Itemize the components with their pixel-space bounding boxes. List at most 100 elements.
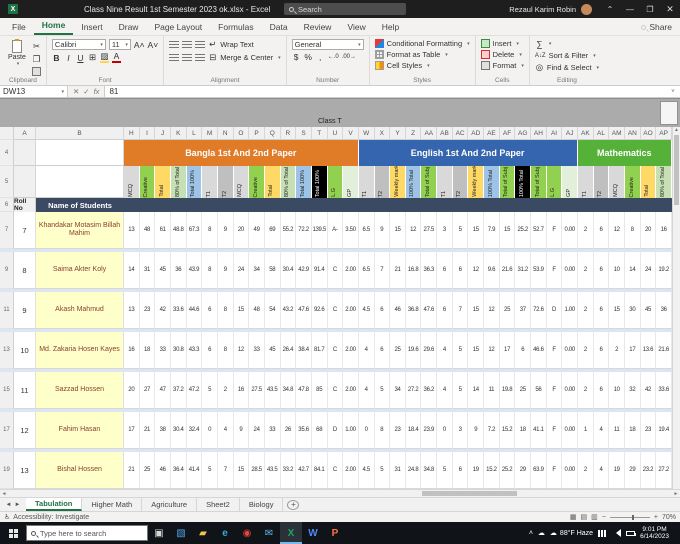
cell[interactable]: 16 bbox=[656, 212, 672, 249]
sub-header-gp[interactable]: GP bbox=[343, 166, 359, 198]
cell[interactable]: 19 bbox=[609, 452, 625, 489]
cell[interactable]: 28.5 bbox=[249, 452, 265, 489]
cell[interactable]: 92.6 bbox=[311, 292, 328, 329]
cell[interactable]: 9 bbox=[374, 212, 391, 249]
cell[interactable]: 47.6 bbox=[296, 292, 312, 329]
grow-font-icon[interactable]: A˄ bbox=[134, 40, 145, 50]
column-header-aj[interactable]: AJ bbox=[562, 127, 579, 140]
cell[interactable]: 16 bbox=[124, 332, 140, 369]
cell[interactable]: 21.6 bbox=[499, 252, 516, 289]
column-header-s[interactable]: S bbox=[296, 127, 312, 140]
column-header-n[interactable]: N bbox=[217, 127, 234, 140]
ribbon-tab-draw[interactable]: Draw bbox=[111, 19, 147, 35]
cell[interactable]: 29 bbox=[515, 452, 532, 489]
sub-header-100-total[interactable]: 100% Total bbox=[405, 166, 422, 198]
row-number[interactable]: 6 bbox=[0, 198, 14, 212]
column-header-t[interactable]: T bbox=[311, 127, 328, 140]
cell[interactable]: 6 bbox=[515, 332, 532, 369]
cell[interactable]: 27 bbox=[139, 372, 156, 409]
cell[interactable]: 12 bbox=[484, 332, 500, 369]
font-name-select[interactable]: Calibri ▾ bbox=[51, 39, 106, 50]
cell[interactable]: 5 bbox=[437, 452, 453, 489]
confirm-entry-icon[interactable]: ✓ bbox=[83, 87, 89, 96]
copy-icon[interactable]: ❐ bbox=[32, 54, 41, 65]
cell[interactable]: 6 bbox=[437, 292, 453, 329]
row-number[interactable]: 17 bbox=[0, 412, 14, 449]
cell[interactable]: 33.2 bbox=[280, 452, 297, 489]
cell[interactable]: 16.8 bbox=[405, 252, 422, 289]
cell[interactable]: 49 bbox=[249, 212, 265, 249]
cell[interactable]: 7 bbox=[217, 452, 234, 489]
insert-cells-button[interactable]: Insert ▾ bbox=[480, 39, 524, 48]
user-name[interactable]: Rezaul Karim Robin bbox=[509, 5, 576, 14]
cell[interactable]: C bbox=[327, 292, 344, 329]
cell[interactable]: 19.6 bbox=[405, 332, 422, 369]
cell[interactable]: 43.2 bbox=[280, 292, 297, 329]
cell[interactable]: 34.8 bbox=[421, 452, 438, 489]
cell[interactable]: 72.6 bbox=[531, 292, 547, 329]
column-header-v[interactable]: V bbox=[343, 127, 359, 140]
sub-header-t1[interactable]: T1 bbox=[202, 166, 218, 198]
format-cells-button[interactable]: Format ▾ bbox=[480, 61, 524, 70]
column-header-ab[interactable]: AB bbox=[437, 127, 453, 140]
wrap-text-button[interactable]: ↵ Wrap Text bbox=[208, 39, 254, 50]
cell[interactable]: 2.00 bbox=[343, 372, 359, 409]
cell[interactable]: 6 bbox=[593, 372, 610, 409]
cell[interactable]: 12 bbox=[405, 212, 422, 249]
sheet-tab-higher-math[interactable]: Higher Math bbox=[82, 498, 143, 511]
cell[interactable]: 42 bbox=[155, 292, 171, 329]
cell[interactable]: 10 bbox=[609, 372, 625, 409]
cell[interactable]: 2 bbox=[578, 292, 594, 329]
onedrive-icon[interactable]: ☁ bbox=[538, 529, 545, 537]
cell[interactable]: 25 bbox=[515, 372, 532, 409]
ribbon-display-options-icon[interactable]: ⌃ bbox=[600, 0, 620, 18]
roll-cell[interactable]: 11 bbox=[14, 372, 36, 409]
cell[interactable]: 4 bbox=[358, 332, 375, 369]
cell[interactable]: 61 bbox=[155, 212, 171, 249]
share-button[interactable]: Share bbox=[641, 22, 672, 35]
roll-cell[interactable]: 9 bbox=[14, 292, 36, 329]
cell[interactable]: 8 bbox=[202, 252, 218, 289]
ribbon-tab-insert[interactable]: Insert bbox=[73, 19, 110, 35]
cell[interactable]: 4.5 bbox=[358, 292, 375, 329]
cell[interactable]: 15 bbox=[390, 212, 406, 249]
cell[interactable]: 91.4 bbox=[311, 252, 328, 289]
scroll-right-icon[interactable]: ► bbox=[672, 491, 680, 497]
title-search-box[interactable]: Search bbox=[284, 3, 406, 15]
cell[interactable]: 5 bbox=[202, 372, 218, 409]
cell[interactable]: 9 bbox=[217, 252, 234, 289]
cell[interactable]: C bbox=[327, 252, 344, 289]
cell[interactable]: 43.5 bbox=[264, 372, 281, 409]
font-color-icon[interactable]: A bbox=[111, 52, 121, 63]
column-header-ai[interactable]: AI bbox=[546, 127, 563, 140]
cell[interactable]: 30.8 bbox=[170, 332, 187, 369]
sub-header-t1[interactable]: T1 bbox=[358, 166, 375, 198]
cell[interactable]: 2.00 bbox=[343, 332, 359, 369]
cell[interactable]: 3 bbox=[437, 212, 453, 249]
cell[interactable]: 36.3 bbox=[421, 252, 438, 289]
row-number[interactable]: 13 bbox=[0, 332, 14, 369]
column-header-h[interactable]: H bbox=[124, 127, 140, 140]
sub-header-l-g[interactable]: L.G bbox=[546, 166, 563, 198]
task-view-icon[interactable]: ▣ bbox=[148, 522, 170, 544]
decrease-decimal-icon[interactable]: .00→ bbox=[342, 54, 356, 60]
cell[interactable]: 2 bbox=[578, 212, 594, 249]
cell[interactable]: 19.2 bbox=[656, 252, 672, 289]
column-header-o[interactable]: O bbox=[233, 127, 250, 140]
align-bottom-icon[interactable] bbox=[195, 40, 206, 49]
cell[interactable]: 18 bbox=[625, 412, 641, 449]
cell[interactable]: 13 bbox=[124, 292, 140, 329]
name-of-students-header[interactable]: Name of Students bbox=[36, 198, 124, 212]
shrink-font-icon[interactable]: A˅ bbox=[148, 40, 159, 50]
cell[interactable]: 23 bbox=[640, 412, 657, 449]
cell[interactable]: 27.5 bbox=[421, 212, 438, 249]
cell[interactable]: 0 bbox=[202, 412, 218, 449]
cell[interactable]: 15 bbox=[468, 332, 485, 369]
network-icon[interactable] bbox=[598, 529, 608, 537]
cell[interactable]: 10 bbox=[609, 252, 625, 289]
cell[interactable]: 34.8 bbox=[280, 372, 297, 409]
cell[interactable]: 24 bbox=[233, 252, 250, 289]
cell[interactable]: 36 bbox=[656, 292, 672, 329]
cell[interactable]: 45 bbox=[155, 252, 171, 289]
edge-icon[interactable]: e bbox=[214, 522, 236, 544]
